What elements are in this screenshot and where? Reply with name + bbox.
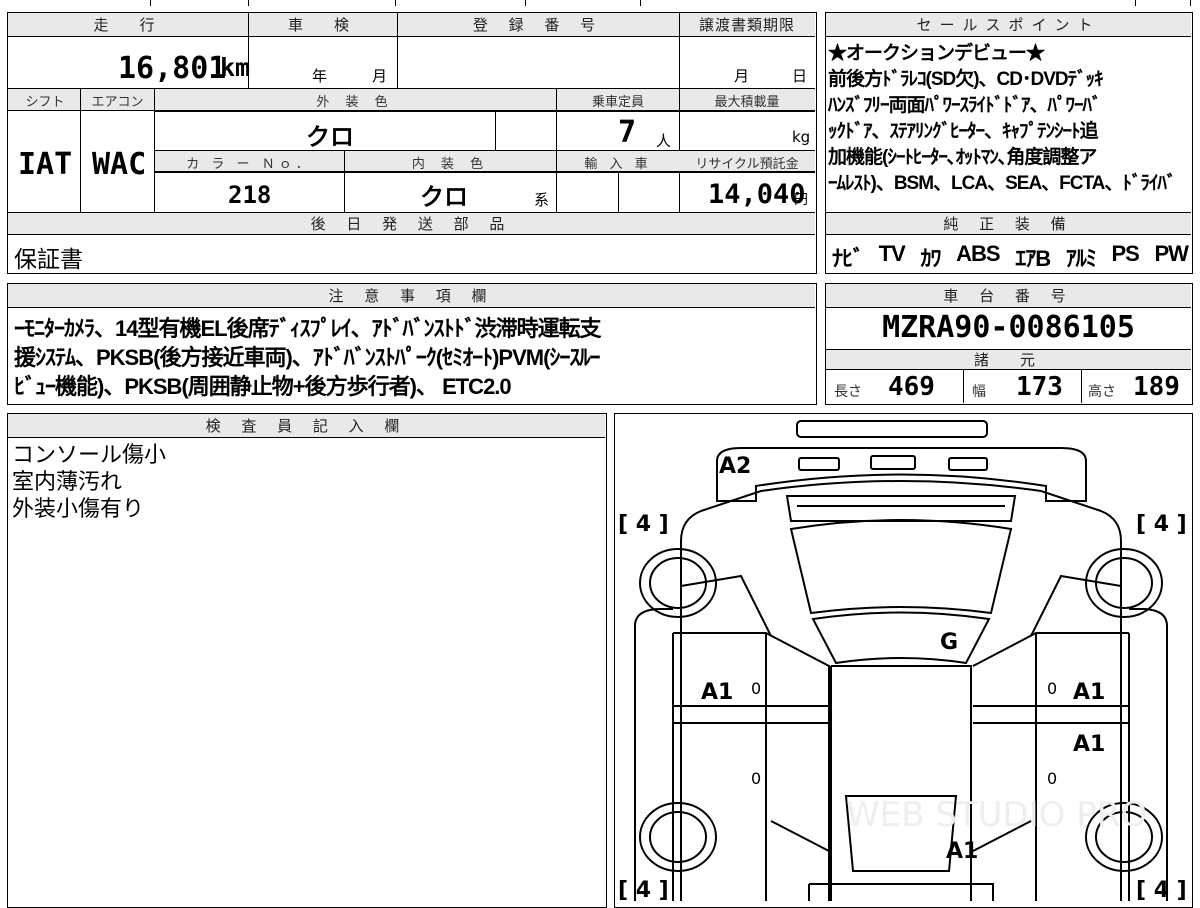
chassis-box: 車 台 番 号 MZRA90-0086105 諸 元 長さ 469 幅 173 … (825, 283, 1193, 405)
inspector-header: 検 査 員 記 入 欄 (8, 414, 605, 438)
mark-hood-g: G (940, 630, 958, 655)
equipment-item: PW (1154, 241, 1188, 266)
width-label: 幅 (972, 384, 986, 400)
sales-header: セールスポイント (826, 13, 1191, 37)
int-color-header: 内 装 色 (411, 157, 490, 172)
transfer-day: 日 (792, 67, 808, 85)
tire-front-right: [ 4 ] (1136, 512, 1187, 537)
length-label: 長さ (834, 384, 862, 400)
later-parts-header: 後 日 発 送 部 品 (8, 213, 815, 235)
tire-rear-right: [ 4 ] (1136, 878, 1187, 903)
notes-line: 援ｼｽﾃﾑ、PKSB(後方接近車両)、ｱﾄﾞﾊﾞﾝｽﾄﾊﾟｰｸ(ｾﾐｵｰﾄ)PV… (14, 345, 600, 370)
registration-header: 登 録 番 号 (397, 13, 679, 37)
mileage-header: 走 行 (8, 13, 248, 37)
main-info-box: 走 行 車 検 登 録 番 号 譲渡書類期限 16,801 km 年 月 月 日… (7, 12, 817, 274)
equipment-item: ABS (956, 241, 1000, 266)
ac-value: WAC (92, 147, 147, 182)
mark-front-a2: A2 (719, 454, 751, 479)
sales-line: ｰﾑﾚｽﾄ)、BSM、LCA、SEA、FCTA、ﾄﾞﾗｲﾊﾞ (828, 173, 1176, 194)
inspector-box: 検 査 員 記 入 欄 コンソール傷小 室内薄汚れ 外装小傷有り (7, 413, 607, 908)
mark-rear-a1: A1 (946, 839, 978, 864)
notes-line: ﾋﾞｭｰ機能)、PKSB(周囲静止物+後方歩行者)、 ETC2.0 (14, 374, 512, 399)
max-load-header: 最大積載量 (714, 95, 780, 110)
equipment-list: ﾅﾋﾞ TV ｶﾜ ABS ｴｱB ｱﾙﾐ PS PW (832, 241, 1189, 273)
import-header: 輸 入 車 (584, 157, 652, 172)
equipment-header: 純 正 装 備 (826, 213, 1191, 235)
sales-line: 加機能(ｼｰﾄﾋｰﾀｰ､ｵｯﾄﾏﾝ､角度調整ア (828, 147, 1097, 168)
mark-right-front-door-a1: A1 (1073, 680, 1105, 705)
height-value: 189 (1133, 372, 1180, 402)
capacity-header: 乗車定員 (591, 95, 644, 110)
ext-color-value: クロ (306, 123, 354, 151)
inspector-line: コンソール傷小 (12, 443, 167, 468)
tire-rear-left: [ 4 ] (618, 878, 669, 903)
capacity-value: 7 (618, 115, 637, 150)
mileage-unit: km (220, 53, 251, 82)
sales-points-box: セールスポイント ★オークションデビュー★ 前後方ﾄﾞﾗﾚｺ(SD欠)、CD･D… (825, 12, 1193, 274)
chassis-header: 車 台 番 号 (826, 284, 1191, 308)
sales-line: ｯｸﾄﾞｱ、ｽﾃｱﾘﾝｸﾞﾋｰﾀｰ、ｷｬﾌﾟﾃﾝｼｰﾄ追 (828, 121, 1099, 142)
zero-mark: 0 (1047, 679, 1057, 698)
sales-line: ★オークションデビュー★ (828, 43, 1045, 64)
sales-line: 前後方ﾄﾞﾗﾚｺ(SD欠)、CD･DVDﾃﾞｯｷ (828, 69, 1104, 90)
watermark: WEB STUDIO PRO (846, 795, 1147, 835)
recycle-unit: 円 (794, 192, 808, 208)
color-no-header: カ ラ ー Ｎｏ． (186, 157, 313, 172)
spec-header: 諸 元 (826, 350, 1191, 370)
height-label: 高さ (1088, 384, 1116, 400)
ext-color-header: 外 装 色 (316, 95, 394, 110)
sales-lines: ★オークションデビュー★ 前後方ﾄﾞﾗﾚｺ(SD欠)、CD･DVDﾃﾞｯｷ ﾊﾝ… (828, 41, 1192, 197)
zero-mark: 0 (751, 679, 761, 698)
shift-header: シフト (25, 95, 65, 110)
recycle-value: 14,040 (708, 179, 806, 210)
equipment-item: ﾅﾋﾞ (832, 246, 864, 271)
mark-right-rear-door-a1: A1 (1073, 732, 1105, 757)
shift-value: IAT (18, 147, 73, 182)
inspector-line: 外装小傷有り (12, 497, 145, 522)
equipment-item: ｶﾜ (920, 246, 941, 271)
notes-lines: ｰﾓﾆﾀｰｶﾒﾗ、14型有機EL後席ﾃﾞｨｽﾌﾟﾚｲ、ｱﾄﾞﾊﾞﾝｽﾄﾄﾞ渋滞時… (14, 314, 602, 401)
max-load-unit: kg (792, 128, 811, 146)
sales-line: ﾊﾝｽﾞﾌﾘｰ両面ﾊﾟﾜｰｽﾗｲﾄﾞﾄﾞｱ、ﾊﾟﾜｰﾊﾞ (828, 95, 1102, 116)
zero-mark: 0 (1047, 769, 1057, 788)
notes-box: 注 意 事 項 欄 ｰﾓﾆﾀｰｶﾒﾗ、14型有機EL後席ﾃﾞｨｽﾌﾟﾚｲ、ｱﾄﾞ… (7, 283, 817, 405)
width-value: 173 (1016, 372, 1063, 402)
inspector-line: 室内薄汚れ (12, 470, 123, 495)
notes-header: 注 意 事 項 欄 (8, 284, 815, 308)
length-value: 469 (888, 372, 935, 402)
inspection-header: 車 検 (248, 13, 397, 37)
equipment-item: PS (1111, 241, 1139, 266)
later-parts-value: 保証書 (14, 247, 83, 273)
mileage-value: 16,801 (118, 51, 227, 86)
int-color-suffix: 系 (534, 191, 550, 209)
chassis-number: MZRA90-0086105 (882, 310, 1135, 345)
inspection-year: 年 (312, 67, 328, 85)
color-no-value: 218 (228, 181, 272, 209)
notes-line: ｰﾓﾆﾀｰｶﾒﾗ、14型有機EL後席ﾃﾞｨｽﾌﾟﾚｲ、ｱﾄﾞﾊﾞﾝｽﾄﾄﾞ渋滞時… (14, 316, 602, 341)
equipment-item: ｱﾙﾐ (1065, 246, 1097, 271)
transfer-header: 譲渡書類期限 (679, 13, 815, 37)
equipment-item: TV (878, 241, 906, 266)
top-strip (0, 0, 1200, 6)
capacity-unit: 人 (656, 132, 672, 150)
equipment-item: ｴｱB (1015, 246, 1051, 271)
tire-front-left: [ 4 ] (618, 512, 669, 537)
ac-header: エアコン (91, 95, 144, 110)
car-diagram-box: WEB STUDIO PRO A2 G A1 A1 A1 A1 [ 4 ] [ … (614, 413, 1193, 908)
zero-mark: 0 (751, 769, 761, 788)
car-diagram: WEB STUDIO PRO A2 G A1 A1 A1 A1 [ 4 ] [ … (618, 420, 1187, 903)
inspection-month: 月 (372, 67, 388, 85)
mark-left-door-a1: A1 (701, 680, 733, 705)
recycle-header: リサイクル預託金 (695, 157, 799, 172)
inspector-lines: コンソール傷小 室内薄汚れ 外装小傷有り (12, 442, 166, 523)
int-color-value: クロ (420, 183, 468, 211)
transfer-month: 月 (734, 67, 750, 85)
